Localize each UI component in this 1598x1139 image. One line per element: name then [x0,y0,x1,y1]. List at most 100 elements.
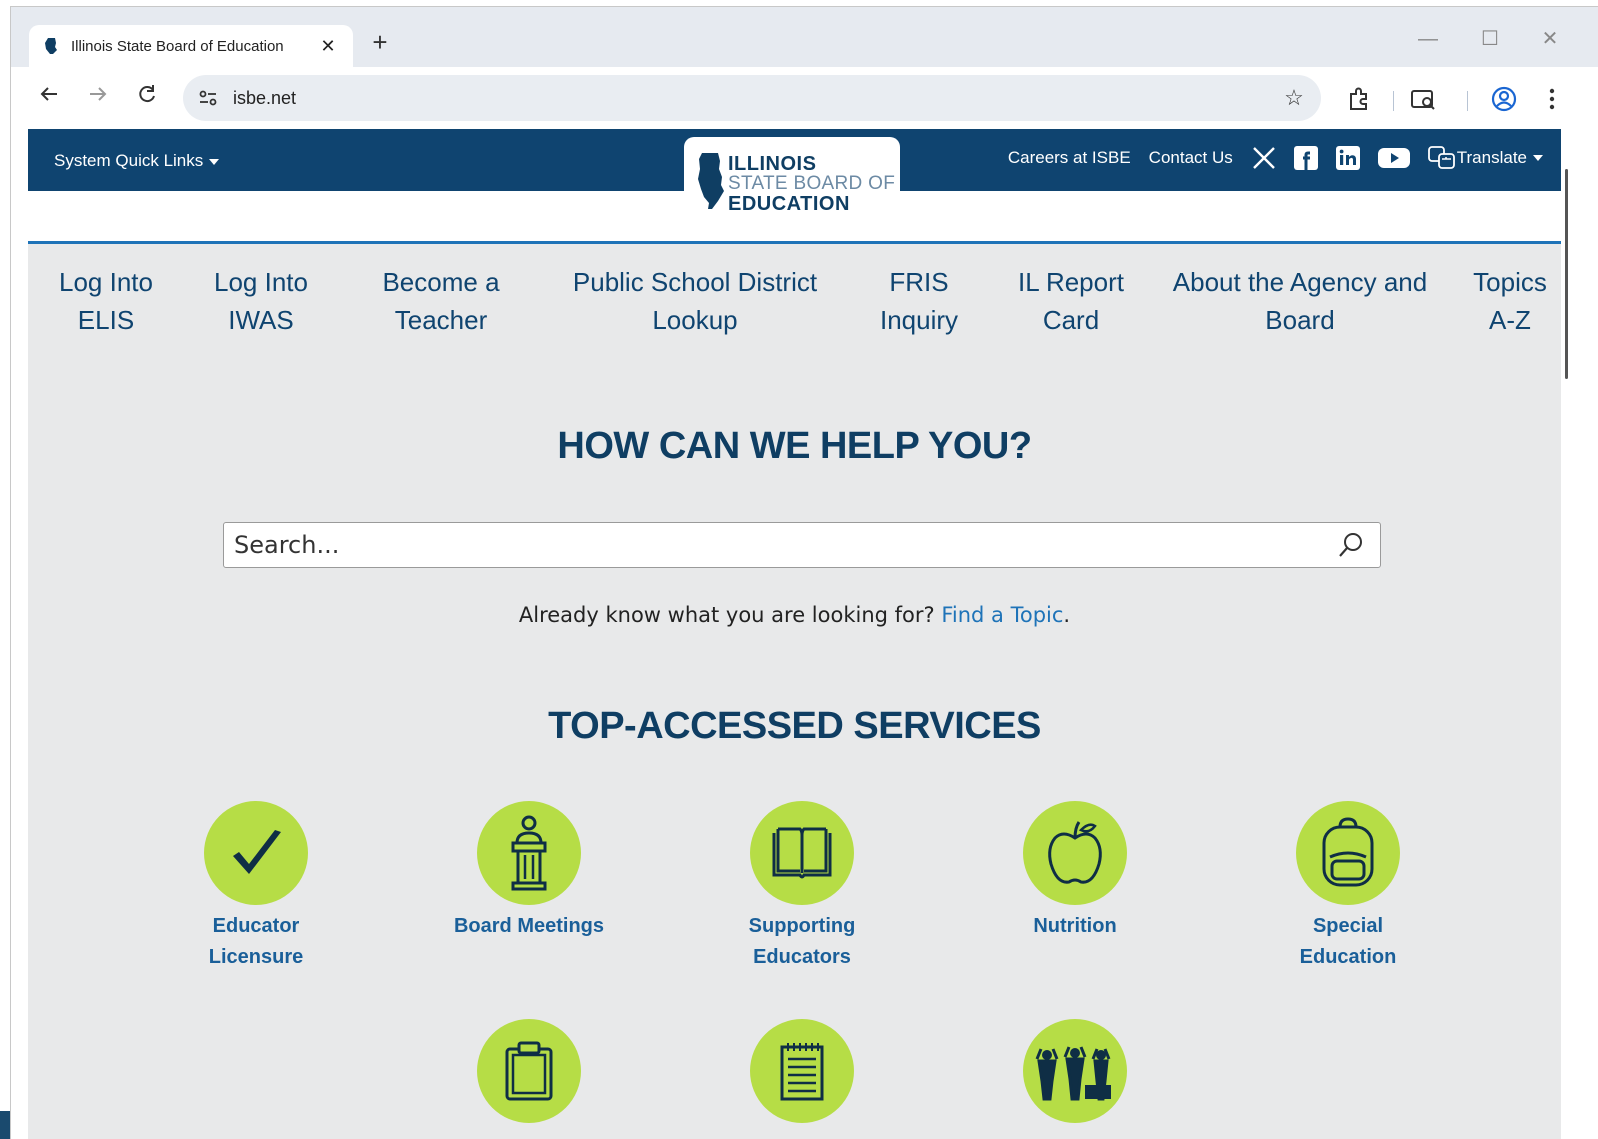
service-label-line2: Educators [753,946,851,968]
facebook-icon[interactable] [1293,145,1319,171]
nav-log-into-elis[interactable]: Log Into ELIS [59,263,153,339]
students-icon [1035,1046,1111,1101]
find-topic-line: Already know what you are looking for? F… [28,603,1561,627]
nav-about-the-agency[interactable]: About the Agency and Board [1173,263,1427,339]
new-tab-button[interactable]: + [365,27,395,57]
service-icon-circle [750,1019,854,1123]
nav-fris-inquiry[interactable]: FRIS Inquiry [880,263,958,339]
back-arrow-icon [40,87,57,101]
page-scrollbar[interactable] [1561,129,1598,1139]
service-label-line1: Special [1312,915,1384,937]
minimize-button[interactable]: — [1413,27,1443,51]
careers-link[interactable]: Careers at ISBE [1008,148,1131,168]
forward-arrow-icon [90,87,107,101]
service-label-line1: Nutrition [1033,915,1117,937]
backpack-icon [1322,817,1374,887]
site-search[interactable] [223,522,1381,568]
service-icon-circle [477,1019,581,1123]
service-label: Special Education [1248,911,1448,973]
service-supporting-educators[interactable]: Supporting Educators [702,801,902,973]
already-know-text: Already know what you are looking for? [518,603,935,627]
toolbar-divider [1393,91,1394,111]
scrollbar-thumb[interactable] [1565,169,1568,379]
url-text[interactable]: isbe.net [233,88,1279,109]
nav-become-a-teacher[interactable]: Become a Teacher [382,263,499,339]
find-a-topic-link[interactable]: Find a Topic [941,603,1063,627]
page-viewport: System Quick Links Careers at ISBE Conta… [28,129,1561,1139]
translate-dropdown[interactable]: Translate [1427,145,1543,171]
logo-line-education: EDUCATION [728,193,850,215]
browser-window: Illinois State Board of Education ✕ + — … [10,6,1598,1139]
service-row2-item[interactable] [975,1019,1175,1123]
nav-log-into-iwas[interactable]: Log Into IWAS [214,263,308,339]
translate-label: Translate [1456,148,1527,167]
book-icon [772,827,832,879]
tab-close-icon[interactable]: ✕ [317,36,339,57]
service-board-meetings[interactable]: Board Meetings [429,801,629,942]
utility-links: Careers at ISBE Contact Us Translate [1008,145,1543,171]
service-special-education[interactable]: Special Education [1248,801,1448,973]
tab-search-icon[interactable] [1409,85,1437,113]
quick-links-label: System Quick Links [54,151,204,170]
nav-label-line1: Topics [1473,267,1547,297]
chevron-down-icon [1533,155,1543,161]
back-button[interactable] [35,83,63,111]
system-quick-links-dropdown[interactable]: System Quick Links [54,151,220,171]
header-divider [28,241,1561,244]
service-label-line1: Supporting [748,915,856,937]
nav-label-line1: Public School District [572,267,818,297]
address-bar[interactable]: isbe.net ☆ [183,75,1321,121]
forward-button[interactable] [84,83,112,111]
nav-label-line2: Teacher [394,305,488,335]
chevron-down-icon [209,158,220,165]
service-label: Board Meetings [429,911,629,942]
nav-label-line1: IL Report [1018,267,1124,297]
youtube-icon[interactable] [1377,145,1411,171]
browser-menu-icon[interactable] [1538,85,1566,113]
browser-tab[interactable]: Illinois State Board of Education ✕ [29,25,353,67]
contact-us-link[interactable]: Contact Us [1149,148,1233,168]
toolbar-divider [1467,91,1468,111]
service-label: Supporting Educators [702,911,902,973]
nav-label-line2: Board [1265,305,1335,335]
nav-label-line1: Log Into [214,267,308,297]
service-icon-circle [1023,801,1127,905]
service-label: Educator Licensure [156,911,356,973]
nav-label-line1: About the Agency and [1172,267,1428,297]
nav-il-report-card[interactable]: IL Report Card [1018,263,1124,339]
service-label-line2: Licensure [208,946,304,968]
profile-icon[interactable] [1490,85,1518,113]
service-row2-item[interactable] [429,1019,629,1123]
checkmark-icon [233,830,281,874]
services-heading: TOP-ACCESSED SERVICES [548,705,1041,747]
close-window-button[interactable]: ✕ [1535,27,1565,51]
nav-label-line2: Lookup [652,305,738,335]
nav-label-line1: Log Into [59,267,153,297]
nav-label-line2: Card [1042,305,1100,335]
maximize-button[interactable]: ☐ [1475,27,1505,51]
search-input[interactable] [234,531,1336,559]
reload-button[interactable] [133,83,161,111]
nav-public-school-district-lookup[interactable]: Public School District Lookup [573,263,817,339]
main-navigation: Log Into ELIS Log Into IWAS Become a Teache… [28,263,1561,353]
taskbar-corner [0,1111,10,1139]
notepad-icon [780,1043,824,1101]
search-icon[interactable] [1336,530,1366,560]
illinois-state-icon [698,153,724,209]
extensions-icon[interactable] [1345,85,1373,113]
service-row2-item[interactable] [702,1019,902,1123]
service-educator-licensure[interactable]: Educator Licensure [156,801,356,973]
nav-topics-a-z[interactable]: Topics A-Z [1473,263,1547,339]
service-nutrition[interactable]: Nutrition [975,801,1175,942]
service-icon-circle [1023,1019,1127,1123]
nav-label-line1: Become a [382,267,500,297]
nav-label-line2: IWAS [228,305,294,335]
x-icon[interactable] [1251,145,1277,171]
site-info-icon[interactable] [197,87,219,109]
isbe-logo[interactable]: ILLINOIS STATE BOARD OF EDUCATION [684,137,900,221]
bookmark-star-icon[interactable]: ☆ [1279,85,1309,111]
service-icon-circle [1296,801,1400,905]
desktop-edge [0,0,10,1139]
linkedin-icon[interactable] [1335,145,1361,171]
translate-icon [1427,146,1455,169]
